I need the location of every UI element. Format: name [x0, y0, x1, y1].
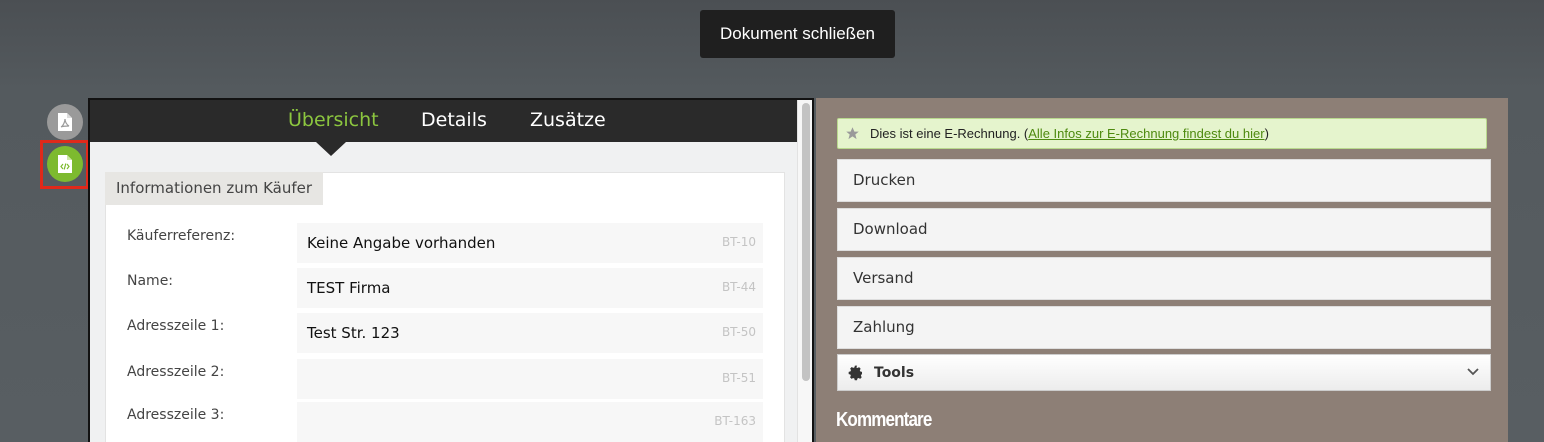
tools-label: Tools: [874, 364, 915, 381]
actions-panel: Dies ist eine E-Rechnung. ( Alle Infos z…: [816, 98, 1508, 442]
tools-dropdown[interactable]: Tools: [837, 354, 1491, 391]
notice-text: Dies ist eine E-Rechnung. (: [870, 126, 1029, 141]
field-value: Test Str. 123: [307, 324, 400, 342]
field-label-buyer-reference: Käuferreferenz:: [127, 228, 236, 244]
print-button[interactable]: Drucken: [837, 159, 1491, 202]
invoice-overview-panel: Übersicht Details Zusätze Informationen …: [88, 98, 814, 442]
scrollbar-thumb[interactable]: [802, 103, 810, 381]
field-value: Keine Angabe vorhanden: [307, 234, 496, 252]
gear-icon: [848, 365, 864, 381]
e-invoice-notice: Dies ist eine E-Rechnung. ( Alle Infos z…: [837, 118, 1487, 149]
field-address-line-1: Test Str. 123 BT-50: [297, 313, 763, 353]
field-code: BT-51: [721, 371, 756, 385]
payment-button[interactable]: Zahlung: [837, 306, 1491, 349]
field-code: BT-44: [721, 280, 756, 294]
tab-details[interactable]: Details: [421, 109, 487, 131]
field-label-address-line-1: Adresszeile 1:: [127, 318, 225, 334]
e-invoice-info-link[interactable]: Alle Infos zur E-Rechnung findest du hie…: [1028, 126, 1264, 141]
field-address-line-2: BT-51: [297, 359, 763, 399]
field-value: TEST Firma: [307, 279, 391, 297]
field-code: BT-10: [721, 235, 756, 249]
tab-overview[interactable]: Übersicht: [288, 109, 379, 131]
field-buyer-reference: Keine Angabe vorhanden BT-10: [297, 223, 763, 263]
field-code: BT-50: [721, 325, 756, 339]
notice-text-end: ): [1264, 126, 1269, 141]
close-document-button[interactable]: Dokument schließen: [700, 10, 895, 58]
comments-heading: Kommentare: [836, 409, 932, 431]
field-address-line-3: BT-163: [297, 402, 763, 442]
pdf-document-icon: [58, 113, 72, 131]
selection-highlight: [40, 140, 89, 189]
pdf-view-button[interactable]: [47, 104, 83, 140]
tab-extras[interactable]: Zusätze: [530, 109, 606, 131]
field-label-name: Name:: [127, 273, 174, 289]
send-button[interactable]: Versand: [837, 257, 1491, 300]
field-name: TEST Firma BT-44: [297, 268, 763, 308]
star-icon: [845, 126, 860, 141]
field-label-address-line-3: Adresszeile 3:: [127, 407, 225, 423]
active-tab-pointer: [316, 142, 346, 156]
field-label-address-line-2: Adresszeile 2:: [127, 364, 225, 380]
chevron-down-icon: [1466, 365, 1480, 379]
download-button[interactable]: Download: [837, 208, 1491, 251]
field-code: BT-163: [714, 414, 756, 428]
tab-bar: Übersicht Details Zusätze: [90, 100, 797, 142]
section-title: Informationen zum Käufer: [105, 172, 324, 205]
